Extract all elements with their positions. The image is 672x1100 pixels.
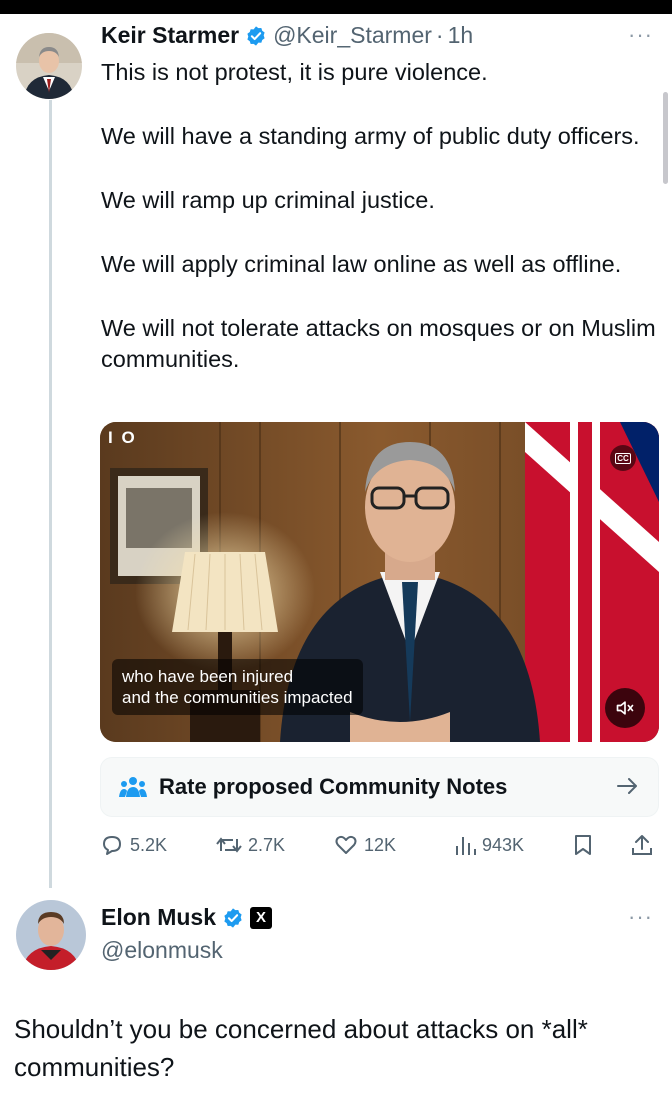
reply-text: Shouldn’t you be concerned about attacks…	[14, 1014, 588, 1082]
author-name[interactable]: Keir Starmer	[101, 22, 239, 49]
cc-icon: CC	[615, 452, 631, 464]
tweet-paragraph: We will ramp up criminal justice.	[101, 187, 435, 213]
video-caption: who have been injured and the communitie…	[112, 659, 363, 715]
tweet-paragraph: We will not tolerate attacks on mosques …	[101, 315, 656, 372]
timestamp[interactable]: 1h	[448, 22, 474, 49]
thread-connector-line	[49, 100, 52, 888]
verified-badge-icon	[245, 25, 267, 47]
avatar[interactable]	[16, 900, 86, 970]
dot-separator: ·	[435, 22, 444, 48]
tweet-header: Keir Starmer @Keir_Starmer · 1h	[101, 22, 473, 49]
video-player[interactable]: I O CC who have been injured and the com…	[100, 422, 659, 742]
elon-musk-avatar-image	[16, 900, 86, 970]
status-bar	[0, 0, 672, 14]
like-button[interactable]: 12K	[334, 827, 396, 863]
bookmark-icon	[575, 835, 591, 855]
tweet-action-bar: 5.2K 2.7K 12K 943K	[100, 827, 660, 863]
views-chart-icon	[456, 837, 476, 855]
reply-icon	[103, 836, 121, 855]
more-options-icon[interactable]: ···	[628, 904, 653, 930]
repost-icon	[216, 837, 242, 853]
people-group-icon	[119, 777, 147, 797]
channel-logo: I O	[108, 428, 137, 447]
verified-badge-icon	[222, 907, 244, 929]
bookmark-button[interactable]	[572, 827, 600, 863]
reply-button[interactable]: 5.2K	[100, 827, 167, 863]
community-notes-label: Rate proposed Community Notes	[159, 774, 508, 799]
share-button[interactable]	[630, 827, 660, 863]
tweet-paragraph: We will have a standing army of public d…	[101, 123, 640, 149]
speaker-muted-icon	[616, 701, 634, 715]
tweet-paragraph: We will apply criminal law online as wel…	[101, 251, 622, 277]
repost-count: 2.7K	[248, 834, 286, 855]
closed-captions-button[interactable]: CC	[610, 445, 636, 471]
keir-starmer-avatar-image	[16, 33, 82, 99]
caption-line: and the communities impacted	[122, 688, 353, 707]
author-name[interactable]: Elon Musk	[101, 904, 216, 931]
share-icon	[632, 835, 652, 855]
reply-count: 5.2K	[130, 834, 168, 855]
like-count: 12K	[364, 834, 397, 855]
tweet-body: This is not protest, it is pure violence…	[101, 57, 661, 375]
arrow-right-icon	[616, 772, 640, 803]
caption-line: who have been injured	[122, 667, 294, 686]
author-handle[interactable]: @Keir_Starmer	[273, 22, 432, 49]
reply-body: Shouldn’t you be concerned about attacks…	[14, 1010, 664, 1086]
scroll-indicator[interactable]	[663, 92, 668, 184]
rate-community-notes-button[interactable]: Rate proposed Community Notes	[100, 757, 659, 817]
author-handle[interactable]: @elonmusk	[101, 937, 223, 964]
heart-icon	[335, 835, 357, 854]
reply-header: Elon Musk X	[101, 904, 273, 931]
x-affiliate-badge-icon: X	[250, 906, 273, 929]
avatar[interactable]	[16, 33, 82, 99]
views-button[interactable]: 943K	[454, 827, 524, 863]
view-count: 943K	[482, 834, 525, 855]
tweet-paragraph: This is not protest, it is pure violence…	[101, 59, 488, 85]
mute-button[interactable]	[605, 688, 645, 728]
more-options-icon[interactable]: ···	[628, 22, 653, 48]
repost-button[interactable]: 2.7K	[216, 827, 285, 863]
